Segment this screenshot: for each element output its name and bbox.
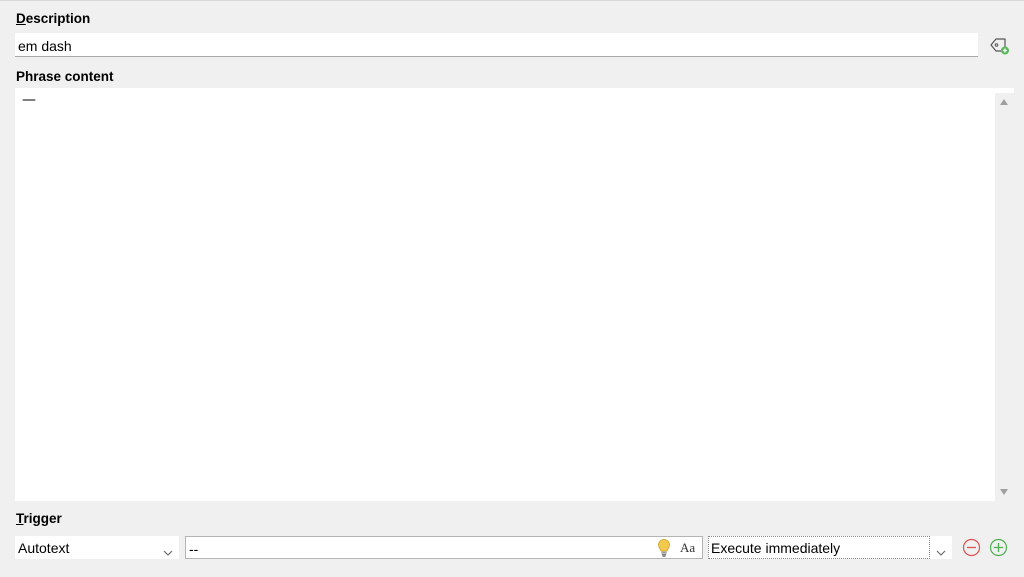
lightbulb-icon[interactable]: [657, 538, 671, 558]
phrase-editor-panel: Description Phrase content — Trigger Aut…: [0, 0, 1024, 577]
scroll-down-arrow-icon[interactable]: [1000, 489, 1008, 495]
tag-add-icon[interactable]: [986, 33, 1012, 57]
scroll-up-arrow-icon[interactable]: [1000, 99, 1008, 105]
execution-mode-dropdown[interactable]: Execute immediately: [708, 536, 952, 559]
chevron-down-icon: [935, 544, 947, 556]
remove-trigger-button[interactable]: [962, 538, 981, 557]
trigger-text-input[interactable]: [186, 537, 646, 558]
trigger-type-dropdown[interactable]: Autotext: [15, 536, 179, 559]
minus-circle-icon: [962, 538, 981, 557]
trigger-type-value: Autotext: [18, 540, 70, 556]
description-input[interactable]: [15, 33, 978, 57]
description-label-mnemonic: D: [16, 11, 26, 26]
phrase-content-editor[interactable]: —: [15, 88, 1014, 501]
description-label-text: escription: [25, 11, 91, 26]
trigger-label-text: rigger: [23, 511, 62, 526]
execution-mode-value: Execute immediately: [708, 536, 930, 559]
phrase-content-label: Phrase content: [16, 69, 114, 84]
add-trigger-button[interactable]: [989, 538, 1008, 557]
plus-circle-icon: [989, 538, 1008, 557]
description-label: Description: [16, 11, 90, 26]
trigger-text-field: Aa: [185, 536, 703, 559]
phrase-content-scrollbar[interactable]: [995, 88, 1014, 501]
chevron-down-icon: [162, 544, 174, 556]
scrollbar-track-top: [995, 88, 1014, 93]
phrase-content-text: —: [22, 92, 36, 108]
trigger-label-mnemonic: T: [16, 511, 24, 526]
match-case-icon[interactable]: Aa: [680, 540, 695, 556]
trigger-label: Trigger: [16, 511, 62, 526]
